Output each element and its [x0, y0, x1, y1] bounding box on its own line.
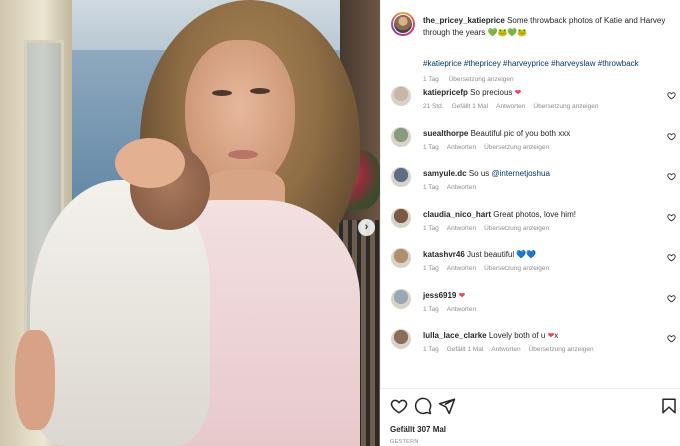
comment-item: claudia_nico_hart Great photos, love him…	[391, 207, 680, 242]
comment-like-count[interactable]: Gefällt 1 Mal	[452, 103, 489, 110]
commenter-avatar[interactable]	[391, 288, 411, 309]
commenter-avatar[interactable]	[391, 248, 411, 268]
lips	[228, 150, 258, 159]
comment-time: 1 Tag	[423, 265, 439, 272]
reply-button[interactable]: Antworten	[447, 144, 476, 151]
comment-mention[interactable]: @internetjoshua	[492, 169, 550, 178]
comment-item: katiepricefp So precious ❤ 21 Std. Gefällt…	[391, 86, 680, 120]
commenter-avatar[interactable]	[391, 86, 411, 106]
comment-body: Just beautiful	[467, 250, 515, 259]
eye	[250, 88, 270, 94]
caption-time: 1 Tag	[423, 76, 439, 83]
comment-meta: 21 Std. Gefällt 1 Mal Antworten Übersetzung…	[423, 103, 606, 110]
share-icon[interactable]	[438, 397, 456, 415]
comment-item: jess6919 ❤ 1 Tag Antworten	[391, 288, 680, 323]
comment-like-icon[interactable]	[667, 172, 676, 181]
caption-emojis: 💚🐸💚🐸	[487, 28, 528, 37]
comment-time: 1 Tag	[423, 224, 439, 232]
caption-meta: 1 Tag Übersetzung anzeigen	[423, 76, 522, 83]
comment-time: 21 Std.	[423, 103, 444, 110]
next-image-button[interactable]: ›	[358, 219, 375, 236]
comment-meta: 1 Tag Antworten Übersetzung anzeigen	[423, 225, 557, 232]
translate-link[interactable]: Übersetzung anzeigen	[533, 103, 598, 110]
comment-like-icon[interactable]	[667, 294, 676, 303]
comment-time: 1 Tag	[423, 184, 439, 191]
post-actions: Gefällt 307 Mal GESTERN	[380, 388, 680, 446]
comment-time: 1 Tag	[423, 305, 439, 313]
post-sidebar: the_pricey_katieprice Some throwback pho…	[380, 0, 680, 446]
comment-meta: 1 Tag Antworten Übersetzung anzeigen	[423, 144, 557, 151]
comment-like-icon[interactable]	[667, 334, 676, 343]
hand	[115, 138, 185, 188]
comment-like-count[interactable]: Gefällt 1 Mal	[447, 346, 484, 353]
commenter-username[interactable]: claudia_nico_hart	[423, 210, 491, 219]
comment-meta: 1 Tag Gefällt 1 Mal Antworten Übersetzung a…	[423, 346, 602, 353]
reply-button[interactable]: Antworten	[447, 306, 476, 313]
comment-like-icon[interactable]	[667, 91, 676, 100]
reply-button[interactable]: Antworten	[447, 184, 476, 191]
commenter-avatar[interactable]	[391, 207, 411, 228]
comment-text: samyule.dc So us @internetjoshua	[423, 169, 550, 178]
comment-body: Great photos, love him!	[493, 209, 576, 219]
commenter-avatar[interactable]	[391, 126, 411, 147]
comment-meta: 1 Tag Antworten Übersetzung anzeigen	[423, 265, 557, 272]
comment-emoji: ❤	[514, 88, 522, 97]
like-count[interactable]: Gefällt 307 Mal	[390, 425, 446, 434]
commenter-avatar[interactable]	[391, 329, 411, 349]
heart-icon[interactable]	[390, 397, 408, 415]
comment-text: claudia_nico_hart Great photos, love him…	[423, 210, 576, 219]
comment-item: lulla_lace_clarke Lovely both of u ❤x 1 T…	[391, 329, 680, 363]
comment-text: suealthorpe Beautiful pic of you both xx…	[423, 129, 570, 138]
arm	[15, 330, 55, 430]
author-username[interactable]: the_pricey_katieprice	[423, 16, 505, 25]
comment-like-icon[interactable]	[667, 253, 676, 262]
comment-text: katiepricefp So precious ❤	[423, 88, 521, 97]
comment-text: jess6919 ❤	[423, 291, 465, 300]
hashtags[interactable]: #katieprice #thepricey #harveyprice #har…	[423, 59, 639, 68]
reply-button[interactable]: Antworten	[447, 265, 476, 272]
translate-link[interactable]: Übersetzung anzeigen	[484, 144, 549, 151]
comment-emoji: 💙💙	[516, 250, 537, 259]
caption-text: the_pricey_katieprice Some throwback pho…	[423, 15, 671, 39]
comment-body: So us	[468, 169, 490, 178]
comment-item: katashvr46 Just beautiful 💙💙 1 Tag Antwort…	[391, 248, 680, 282]
comment-time: 1 Tag	[423, 143, 439, 151]
commenter-username[interactable]: suealthorpe	[423, 129, 468, 138]
post-date: GESTERN	[390, 439, 419, 445]
translate-link[interactable]: Übersetzung anzeigen	[529, 346, 594, 353]
comment-emoji: ❤	[458, 290, 466, 300]
commenter-username[interactable]: jess6919	[423, 291, 456, 300]
commenter-username[interactable]: samyule.dc	[423, 169, 467, 178]
commenter-avatar[interactable]	[391, 167, 411, 187]
comment-like-icon[interactable]	[667, 132, 676, 141]
commenter-username[interactable]: katashvr46	[423, 250, 465, 259]
translate-link[interactable]: Übersetzung anzeigen	[449, 76, 514, 83]
comment-body: Beautiful pic of you both xxx	[470, 128, 571, 138]
translate-link[interactable]: Übersetzung anzeigen	[484, 265, 549, 272]
comment-text: katashvr46 Just beautiful 💙💙	[423, 250, 536, 259]
comment-meta: 1 Tag Antworten	[423, 184, 484, 191]
comment-body: So precious	[470, 88, 513, 97]
commenter-username[interactable]: lulla_lace_clarke	[423, 331, 487, 340]
comment-text: lulla_lace_clarke Lovely both of u ❤x	[423, 331, 558, 340]
comment-time: 1 Tag	[423, 346, 439, 353]
comment-item: samyule.dc So us @internetjoshua 1 Tag Ant…	[391, 167, 680, 201]
comment-item: suealthorpe Beautiful pic of you both xx…	[391, 126, 680, 161]
translate-link[interactable]: Übersetzung anzeigen	[484, 225, 549, 232]
comment-meta: 1 Tag Antworten	[423, 306, 484, 313]
reply-button[interactable]: Antworten	[496, 103, 525, 110]
reply-button[interactable]: Antworten	[491, 346, 520, 353]
bookmark-icon[interactable]	[660, 397, 678, 415]
comment-suffix: x	[554, 331, 559, 340]
author-avatar[interactable]	[391, 12, 415, 36]
eye	[212, 90, 232, 96]
comment-body: Lovely both of u	[488, 331, 546, 340]
comment-like-icon[interactable]	[667, 213, 676, 222]
commenter-username[interactable]: katiepricefp	[423, 88, 468, 97]
post-image[interactable]	[0, 0, 380, 446]
reply-button[interactable]: Antworten	[447, 225, 476, 232]
comment-icon[interactable]	[414, 397, 432, 415]
